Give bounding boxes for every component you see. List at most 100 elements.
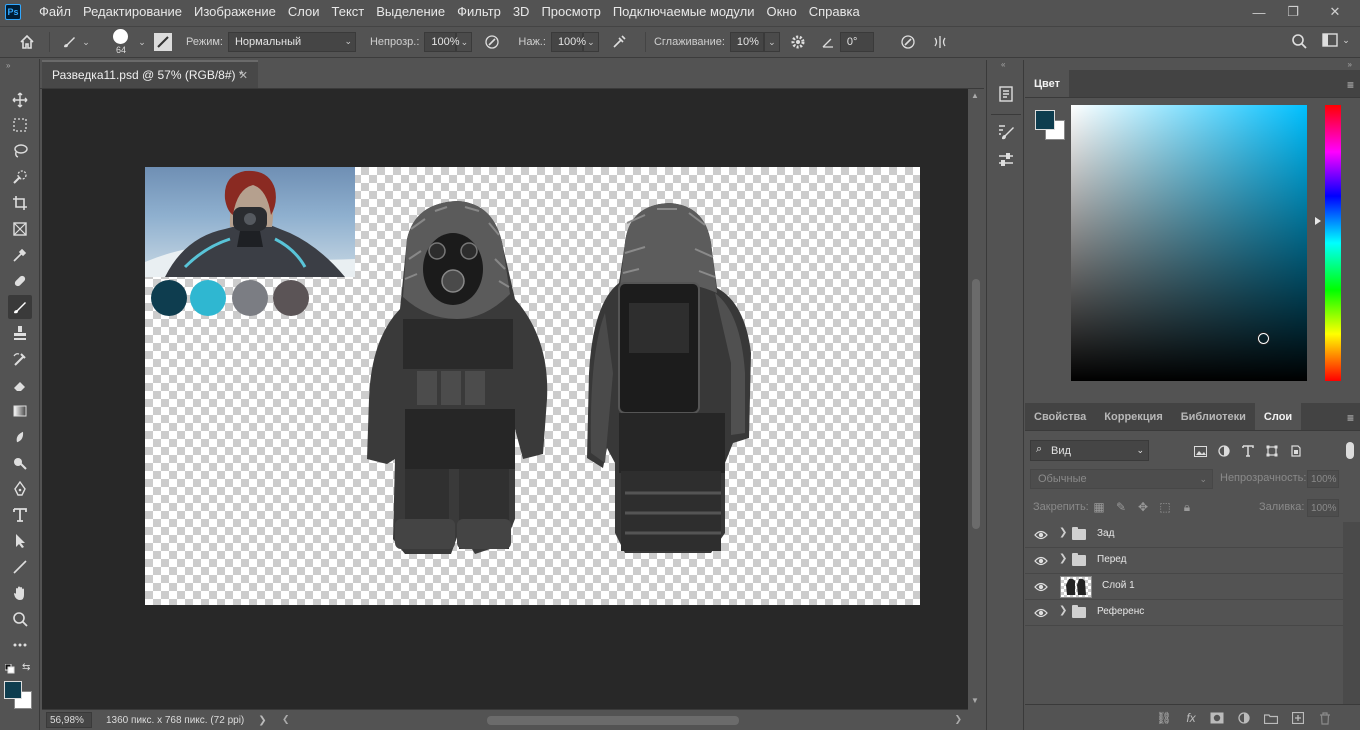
quick-selection-tool-icon[interactable] <box>8 165 32 189</box>
close-button[interactable]: ✕ <box>1310 0 1360 24</box>
minimize-button[interactable]: — <box>1242 0 1276 24</box>
menu-file[interactable]: Файл <box>33 0 77 24</box>
layer-row-referens[interactable]: ❯ Референс <box>1025 600 1343 626</box>
lock-position-icon[interactable]: ✥ <box>1135 499 1151 515</box>
eye-icon[interactable] <box>1034 606 1048 620</box>
dodge-tool-icon[interactable] <box>8 451 32 475</box>
document-tab[interactable]: Разведка11.psd @ 57% (RGB/8#) * ✕ <box>42 60 258 88</box>
restore-button[interactable]: ❐ <box>1276 0 1310 24</box>
hue-slider-marker[interactable] <box>1315 217 1321 225</box>
airbrush-icon[interactable] <box>609 34 629 50</box>
chevron-right-icon[interactable]: ❯ <box>954 714 962 725</box>
crop-tool-icon[interactable] <box>8 191 32 215</box>
hue-slider[interactable] <box>1325 105 1341 381</box>
gradient-tool-icon[interactable] <box>8 399 32 423</box>
line-tool-icon[interactable] <box>8 555 32 579</box>
filter-pixel-icon[interactable] <box>1192 442 1208 460</box>
blend-mode-select[interactable]: Обычные ⌄ <box>1030 469 1213 489</box>
menu-plugins[interactable]: Подключаемые модули <box>607 0 761 24</box>
menu-3d[interactable]: 3D <box>507 0 536 24</box>
lock-artboard-icon[interactable]: ⬚ <box>1157 499 1173 515</box>
panel-collapse-icon[interactable]: » <box>1348 60 1352 69</box>
menu-help[interactable]: Справка <box>803 0 866 24</box>
new-group-icon[interactable] <box>1262 709 1280 727</box>
menu-type[interactable]: Текст <box>326 0 371 24</box>
hand-tool-icon[interactable] <box>8 581 32 605</box>
chevron-right-icon[interactable]: ❯ <box>1059 605 1067 616</box>
filter-adjustment-icon[interactable] <box>1216 442 1232 460</box>
path-selection-tool-icon[interactable] <box>8 529 32 553</box>
healing-brush-tool-icon[interactable] <box>8 269 32 293</box>
pen-tool-icon[interactable] <box>8 477 32 501</box>
tab-properties[interactable]: Свойства <box>1025 403 1095 430</box>
swap-colors-icon[interactable]: ⇆ <box>22 662 30 673</box>
menu-edit[interactable]: Редактирование <box>77 0 188 24</box>
workspace-dropdown-icon[interactable]: ⌄ <box>1341 35 1351 46</box>
layer-opacity-input[interactable]: 100% <box>1307 470 1339 488</box>
chevron-right-icon[interactable]: ❯ <box>1059 553 1067 564</box>
clone-stamp-tool-icon[interactable] <box>8 321 32 345</box>
type-tool-icon[interactable] <box>8 503 32 527</box>
move-tool-icon[interactable] <box>8 88 32 112</box>
opacity-input[interactable]: 100% <box>424 32 460 52</box>
menu-select[interactable]: Выделение <box>370 0 451 24</box>
filter-type-icon[interactable] <box>1240 442 1256 460</box>
brush-preset-dropdown[interactable]: ⌄ <box>80 32 92 52</box>
layer-row-pered[interactable]: ❯ Перед <box>1025 548 1343 574</box>
frame-tool-icon[interactable] <box>8 217 32 241</box>
mode-select[interactable]: Нормальный ⌄ <box>227 32 356 52</box>
filter-toggle-switch[interactable] <box>1346 442 1354 459</box>
lasso-tool-icon[interactable] <box>8 139 32 163</box>
close-icon[interactable]: ✕ <box>239 69 248 82</box>
canvas-horizontal-scrollbar[interactable]: ❮ ❯ <box>282 714 962 726</box>
layer-filter-select[interactable]: ⌕ Вид ⌄ <box>1030 440 1149 461</box>
trash-icon[interactable] <box>1316 709 1334 727</box>
filter-shape-icon[interactable] <box>1264 442 1280 460</box>
smoothing-input[interactable]: 10% <box>729 32 764 52</box>
brush-size-dropdown[interactable]: ⌄ <box>136 32 148 52</box>
menu-layers[interactable]: Слои <box>282 0 326 24</box>
gear-icon[interactable] <box>788 34 808 50</box>
fill-input[interactable]: 100% <box>1307 499 1339 517</box>
filter-smart-object-icon[interactable] <box>1288 442 1304 460</box>
brush-settings-icon[interactable] <box>154 33 172 51</box>
search-icon[interactable] <box>1289 33 1309 49</box>
eyedropper-tool-icon[interactable] <box>8 243 32 267</box>
eraser-tool-icon[interactable] <box>8 373 32 397</box>
angle-input[interactable]: 0° <box>839 32 874 52</box>
more-tools-icon[interactable] <box>8 633 32 657</box>
menu-window[interactable]: Окно <box>760 0 802 24</box>
zoom-field[interactable]: 56,98% <box>46 712 92 728</box>
menu-image[interactable]: Изображение <box>188 0 282 24</box>
color-panel-foreground-swatch[interactable] <box>1035 110 1055 130</box>
smoothing-dropdown[interactable]: ⌄ <box>763 32 780 52</box>
workspace-icon[interactable] <box>1320 33 1340 47</box>
chevron-left-icon[interactable]: ❮ <box>282 714 290 725</box>
canvas-area[interactable] <box>42 89 968 709</box>
brush-settings-panel-icon[interactable] <box>994 120 1018 144</box>
tab-libraries[interactable]: Библиотеки <box>1172 403 1255 430</box>
document-canvas[interactable] <box>145 167 920 605</box>
symmetry-icon[interactable] <box>930 34 950 50</box>
eye-icon[interactable] <box>1034 528 1048 542</box>
lock-all-icon[interactable]: 🔒︎ <box>1179 499 1195 515</box>
brush-size-preview[interactable]: 64 <box>106 27 136 57</box>
horizontal-scroll-thumb[interactable] <box>487 716 739 725</box>
marquee-tool-icon[interactable] <box>8 113 32 137</box>
chevron-down-icon[interactable]: ▼ <box>971 696 979 705</box>
history-panel-icon[interactable] <box>994 82 1018 106</box>
home-icon[interactable] <box>13 34 41 50</box>
color-picker-field[interactable] <box>1071 105 1307 381</box>
flow-input[interactable]: 100% <box>550 32 586 52</box>
blur-tool-icon[interactable] <box>8 425 32 449</box>
tab-color[interactable]: Цвет <box>1025 70 1070 97</box>
history-brush-tool-icon[interactable] <box>8 347 32 371</box>
menu-filter[interactable]: Фильтр <box>451 0 507 24</box>
brush-tool-icon[interactable] <box>8 295 32 319</box>
layer-effects-icon[interactable]: fx <box>1182 709 1200 727</box>
lock-image-icon[interactable]: ✎ <box>1113 499 1129 515</box>
layer-row-sloy-1[interactable]: Слой 1 <box>1025 574 1343 600</box>
tab-layers[interactable]: Слои <box>1254 403 1302 430</box>
eye-icon[interactable] <box>1034 554 1048 568</box>
new-layer-icon[interactable] <box>1289 709 1307 727</box>
